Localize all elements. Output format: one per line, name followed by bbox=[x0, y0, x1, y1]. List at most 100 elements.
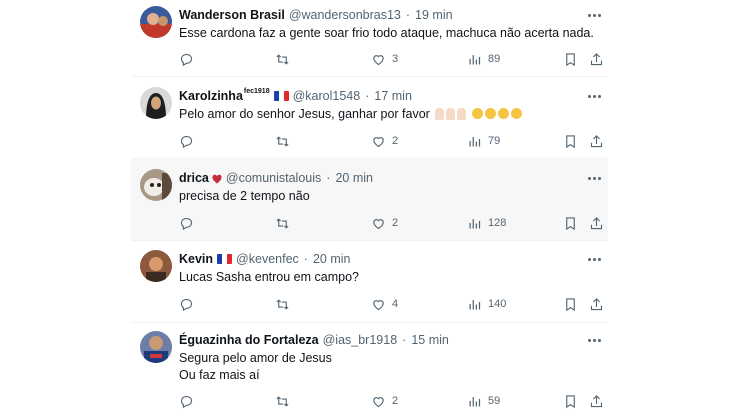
bookmark-button[interactable] bbox=[563, 51, 578, 67]
like-count: 4 bbox=[392, 298, 399, 310]
views-button[interactable]: 79 bbox=[467, 133, 500, 149]
timestamp[interactable]: 20 min bbox=[335, 171, 373, 185]
tweet-item[interactable]: Karolzinha fec1918 @karol1548 · 17 min Pe… bbox=[131, 77, 608, 159]
retweet-icon bbox=[276, 298, 289, 310]
reply-icon bbox=[180, 395, 193, 408]
reply-button[interactable] bbox=[179, 215, 200, 231]
like-button[interactable]: 2 bbox=[371, 393, 398, 409]
tweet-header: Éguazinha do Fortaleza @ias_br1918 · 15 … bbox=[179, 333, 449, 347]
share-button[interactable] bbox=[589, 215, 604, 231]
share-button[interactable] bbox=[589, 296, 604, 312]
author-name[interactable]: drica bbox=[179, 171, 209, 185]
reply-icon bbox=[180, 53, 193, 66]
avatar[interactable] bbox=[140, 87, 172, 119]
like-button[interactable]: 2 bbox=[371, 133, 398, 149]
retweet-icon bbox=[276, 135, 289, 147]
like-button[interactable]: 3 bbox=[371, 51, 398, 67]
view-count: 140 bbox=[488, 298, 507, 310]
avatar[interactable] bbox=[140, 250, 172, 282]
reply-button[interactable] bbox=[179, 51, 200, 67]
reply-button[interactable] bbox=[179, 133, 200, 149]
tweet-text-line: precisa de 2 tempo não bbox=[179, 189, 310, 203]
heart-icon bbox=[373, 136, 384, 147]
anatomical-heart-icon bbox=[212, 174, 222, 184]
author-name[interactable]: Wanderson Brasil bbox=[179, 8, 285, 22]
tweet-text: precisa de 2 tempo não bbox=[179, 188, 310, 205]
author-handle[interactable]: @ias_br1918 bbox=[323, 333, 398, 347]
bookmark-icon bbox=[566, 297, 575, 311]
tweet-text-line: Pelo amor do senhor Jesus, ganhar por fa… bbox=[179, 106, 522, 123]
tweet-item[interactable]: drica @comunistalouis · 20 min precisa d… bbox=[131, 159, 608, 241]
timestamp[interactable]: 19 min bbox=[415, 8, 453, 22]
folded-hands-icon bbox=[433, 107, 467, 121]
views-button[interactable]: 89 bbox=[467, 51, 500, 67]
tweet-item[interactable]: Wanderson Brasil @wandersonbras13 · 19 m… bbox=[131, 0, 608, 77]
share-button[interactable] bbox=[589, 133, 604, 149]
retweet-button[interactable] bbox=[275, 51, 296, 67]
author-handle[interactable]: @kevenfec bbox=[236, 252, 299, 266]
avatar[interactable] bbox=[140, 6, 172, 38]
separator-dot: · bbox=[405, 8, 411, 22]
views-button[interactable]: 59 bbox=[467, 393, 500, 409]
retweet-icon bbox=[276, 395, 289, 407]
more-options-icon[interactable] bbox=[586, 253, 602, 265]
avatar[interactable] bbox=[140, 169, 172, 201]
name-superscript: fec1918 bbox=[243, 87, 270, 95]
separator-dot: · bbox=[365, 89, 370, 103]
timestamp[interactable]: 17 min bbox=[374, 89, 412, 103]
more-options-icon[interactable] bbox=[586, 334, 602, 346]
reply-button[interactable] bbox=[179, 296, 200, 312]
bookmark-button[interactable] bbox=[563, 393, 578, 409]
more-options-icon[interactable] bbox=[586, 9, 602, 21]
like-button[interactable]: 4 bbox=[371, 296, 398, 312]
tweet-item[interactable]: Éguazinha do Fortaleza @ias_br1918 · 15 … bbox=[131, 323, 608, 420]
retweet-button[interactable] bbox=[275, 393, 296, 409]
share-icon bbox=[590, 216, 603, 229]
like-count: 2 bbox=[392, 395, 399, 407]
bookmark-icon bbox=[566, 134, 575, 148]
retweet-button[interactable] bbox=[275, 296, 296, 312]
analytics-icon bbox=[469, 218, 481, 228]
reply-button[interactable] bbox=[179, 393, 200, 409]
more-options-icon[interactable] bbox=[586, 172, 602, 184]
author-handle[interactable]: @comunistalouis bbox=[226, 171, 321, 185]
tweet-header: Kevin @kevenfec · 20 min bbox=[179, 252, 350, 266]
tweet-text-content: Pelo amor do senhor Jesus, ganhar por fa… bbox=[179, 107, 430, 121]
author-name[interactable]: Éguazinha do Fortaleza bbox=[179, 333, 319, 347]
author-handle[interactable]: @wandersonbras13 bbox=[289, 8, 401, 22]
more-options-icon[interactable] bbox=[586, 90, 602, 102]
bookmark-icon bbox=[566, 216, 575, 230]
reply-icon bbox=[180, 298, 193, 311]
like-button[interactable]: 2 bbox=[371, 215, 398, 231]
avatar[interactable] bbox=[140, 331, 172, 363]
analytics-icon bbox=[469, 396, 481, 406]
share-button[interactable] bbox=[589, 393, 604, 409]
retweet-button[interactable] bbox=[275, 215, 296, 231]
analytics-icon bbox=[469, 136, 481, 146]
heart-icon bbox=[373, 54, 384, 65]
share-button[interactable] bbox=[589, 51, 604, 67]
retweet-icon bbox=[276, 53, 289, 65]
tweet-text-line: Esse cardona faz a gente soar frio todo … bbox=[179, 26, 594, 40]
views-button[interactable]: 140 bbox=[467, 296, 506, 312]
author-name[interactable]: Kevin bbox=[179, 252, 213, 266]
author-name[interactable]: Karolzinha bbox=[179, 89, 243, 103]
flag-france-icon bbox=[217, 254, 233, 264]
view-count: 89 bbox=[488, 53, 501, 65]
tweet-item[interactable]: Kevin @kevenfec · 20 min Lucas Sasha ent… bbox=[131, 241, 608, 323]
timestamp[interactable]: 20 min bbox=[313, 252, 351, 266]
view-count: 59 bbox=[488, 395, 501, 407]
retweet-button[interactable] bbox=[275, 133, 296, 149]
author-handle[interactable]: @karol1548 bbox=[293, 89, 361, 103]
analytics-icon bbox=[469, 299, 481, 309]
bookmark-button[interactable] bbox=[563, 296, 578, 312]
timestamp[interactable]: 15 min bbox=[411, 333, 449, 347]
action-bar: 2 128 bbox=[179, 215, 603, 231]
tweet-text-line: Lucas Sasha entrou em campo? bbox=[179, 270, 359, 284]
action-bar: 2 79 bbox=[179, 133, 603, 149]
bookmark-button[interactable] bbox=[563, 215, 578, 231]
bookmark-button[interactable] bbox=[563, 133, 578, 149]
views-button[interactable]: 128 bbox=[467, 215, 506, 231]
heart-icon bbox=[373, 396, 384, 407]
tweet-text-line: Ou faz mais aí bbox=[179, 368, 260, 382]
